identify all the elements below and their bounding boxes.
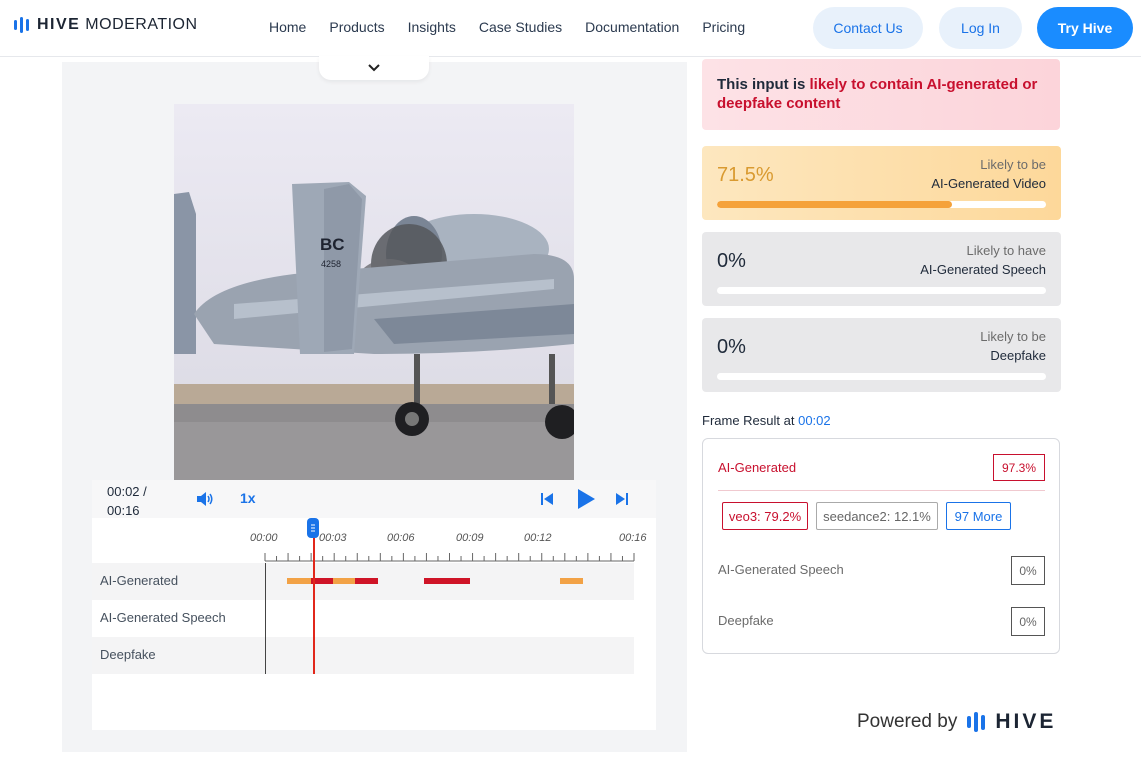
deepfake-value: 0% — [1011, 607, 1045, 636]
score-bar — [717, 373, 1046, 380]
ai-generated-value: 97.3% — [993, 454, 1045, 481]
duration-time: 00:16 — [107, 503, 140, 518]
grip-icon — [311, 524, 315, 532]
log-in-button[interactable]: Log In — [939, 7, 1022, 49]
divider — [718, 490, 1045, 491]
verdict-alert: This input is likely to contain AI-gener… — [702, 59, 1060, 130]
track-label: Deepfake — [100, 647, 156, 662]
track-label: AI-Generated Speech — [100, 610, 226, 625]
nav-case-studies[interactable]: Case Studies — [479, 19, 562, 35]
skip-forward-icon[interactable] — [615, 492, 629, 506]
score-caption: Likely to be — [980, 157, 1046, 172]
score-percent: 0% — [717, 250, 746, 272]
hive-logo-icon — [14, 17, 29, 33]
nav-insights[interactable]: Insights — [408, 19, 456, 35]
more-models-button[interactable]: 97 More — [946, 502, 1011, 530]
top-nav: HIVE MODERATION Home Products Insights C… — [0, 0, 1141, 57]
nav-documentation[interactable]: Documentation — [585, 19, 679, 35]
volume-icon[interactable] — [196, 491, 214, 507]
skip-back-icon[interactable] — [540, 492, 554, 506]
svg-text:4258: 4258 — [321, 259, 341, 269]
score-bar — [717, 201, 1046, 208]
track-row-ai-generated: AI-Generated — [92, 563, 634, 600]
score-caption: Likely to have — [966, 243, 1047, 258]
score-category: Deepfake — [990, 348, 1046, 363]
svg-text:BC: BC — [320, 235, 345, 254]
score-percent: 0% — [717, 336, 746, 358]
score-caption: Likely to be — [980, 329, 1046, 344]
detection-segment[interactable] — [424, 578, 470, 584]
detection-segment[interactable] — [560, 578, 583, 584]
score-category: AI-Generated Speech — [920, 262, 1046, 277]
frame-result-prefix: Frame Result at — [702, 413, 799, 428]
frame-result-time: 00:02 — [798, 413, 831, 428]
play-icon[interactable] — [576, 488, 596, 510]
powered-by-hive[interactable]: Powered by HIVE — [857, 710, 1056, 734]
score-percent: 71.5% — [717, 164, 774, 186]
current-time: 00:02 / — [107, 484, 147, 499]
score-card-speech: 0% Likely to have AI-Generated Speech — [702, 232, 1061, 306]
model-chip-seedance2[interactable]: seedance2: 12.1% — [816, 502, 938, 530]
detection-segment[interactable] — [333, 578, 355, 584]
hive-logo-icon — [967, 712, 986, 732]
video-frame[interactable]: BC 4258 — [174, 104, 574, 480]
nav-links: Home Products Insights Case Studies Docu… — [269, 19, 745, 35]
logo-word-hive: HIVE — [37, 16, 81, 33]
ai-generated-label: AI-Generated — [718, 460, 797, 475]
playhead[interactable] — [313, 538, 315, 674]
timeline-origin-line — [265, 563, 266, 674]
contact-us-button[interactable]: Contact Us — [813, 7, 923, 49]
score-card-deepfake: 0% Likely to be Deepfake — [702, 318, 1061, 392]
powered-by-text: Powered by — [857, 711, 958, 732]
aircraft-video-image: BC 4258 — [174, 104, 574, 480]
detection-segment[interactable] — [287, 578, 311, 584]
chevron-down-icon — [368, 64, 380, 72]
hive-logo[interactable]: HIVE MODERATION — [14, 16, 198, 34]
hive-brand-text: HIVE — [995, 710, 1057, 733]
track-row-ai-speech: AI-Generated Speech — [92, 600, 634, 637]
nav-pricing[interactable]: Pricing — [702, 19, 745, 35]
try-hive-button[interactable]: Try Hive — [1037, 7, 1133, 49]
speech-label: AI-Generated Speech — [718, 562, 844, 577]
detection-segment[interactable] — [355, 578, 378, 584]
score-bar-fill — [717, 201, 953, 208]
playback-speed[interactable]: 1x — [240, 490, 256, 506]
speech-value: 0% — [1011, 556, 1045, 585]
track-row-deepfake: Deepfake — [92, 637, 634, 674]
playhead-handle[interactable] — [307, 518, 319, 538]
collapse-toggle[interactable] — [319, 56, 429, 80]
score-category: AI-Generated Video — [931, 176, 1046, 191]
track-label: AI-Generated — [100, 573, 179, 588]
deepfake-label: Deepfake — [718, 613, 774, 628]
ruler-ticks — [264, 553, 635, 562]
time-display: 00:02 / 00:16 — [107, 482, 147, 520]
score-card-video: 71.5% Likely to be AI-Generated Video — [702, 146, 1061, 220]
logo-word-moderation: MODERATION — [85, 16, 198, 33]
time-ruler[interactable]: 00:00 00:03 00:06 00:09 00:12 00:16 — [92, 518, 656, 563]
nav-products[interactable]: Products — [329, 19, 384, 35]
score-bar — [717, 287, 1046, 294]
nav-home[interactable]: Home — [269, 19, 306, 35]
timeline-player: 00:02 / 00:16 1x 00:00 00:03 00:06 00:09… — [92, 480, 656, 730]
model-chip-veo3[interactable]: veo3: 79.2% — [722, 502, 808, 530]
alert-prefix: This input is — [717, 76, 810, 93]
frame-result-box: AI-Generated 97.3% veo3: 79.2% seedance2… — [702, 438, 1060, 654]
player-controls: 00:02 / 00:16 1x — [92, 480, 656, 518]
frame-result-title: Frame Result at 00:02 — [702, 413, 831, 428]
